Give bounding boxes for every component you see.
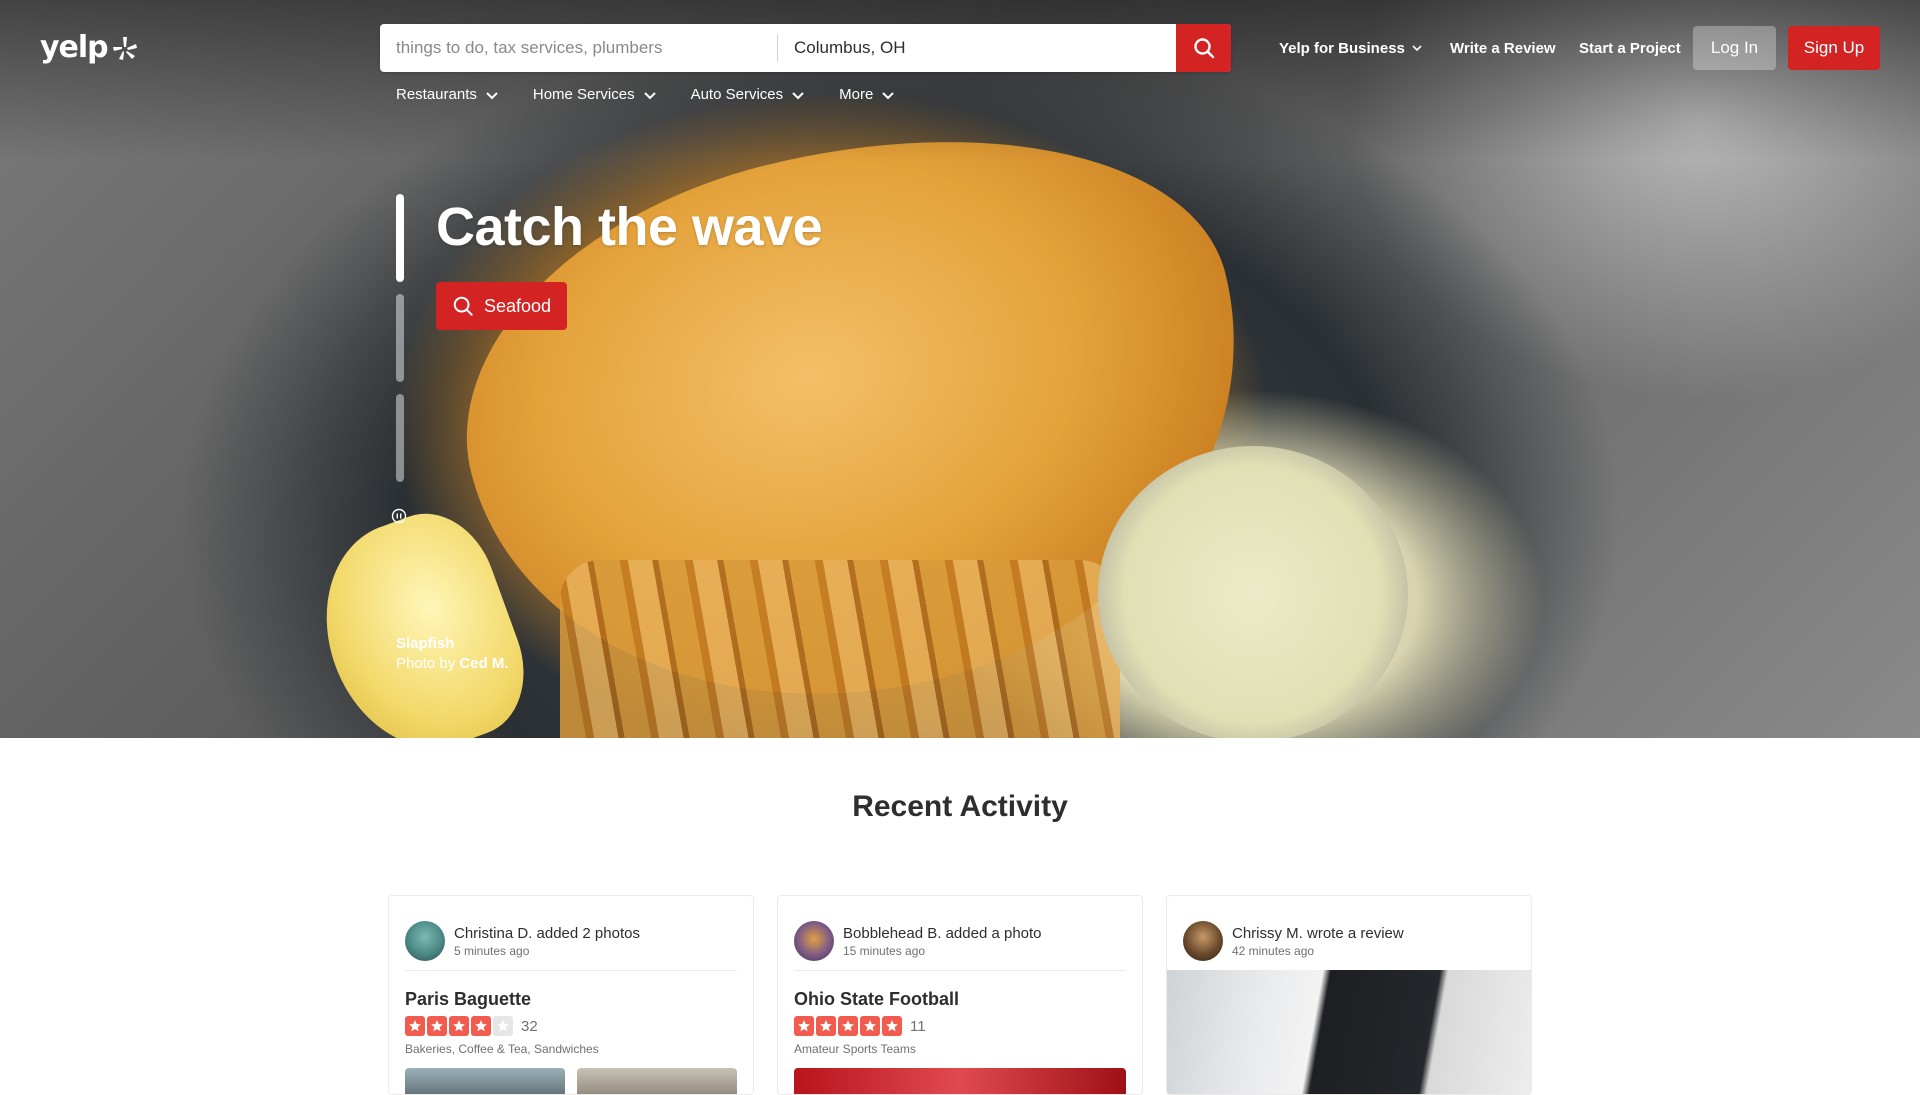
hero-banner (0, 0, 1920, 738)
rating-row: 32 (389, 1010, 753, 1036)
hero-slide-indicator-1[interactable] (396, 194, 404, 282)
photo-credit: Slapfish Photo by Ced M. (396, 634, 509, 674)
star-rating (794, 1016, 902, 1036)
start-project-link[interactable]: Start a Project (1579, 24, 1681, 72)
recent-activity-title: Recent Activity (852, 790, 1068, 823)
search-find-input[interactable]: things to do, tax services, plumbers (380, 24, 777, 72)
signup-button[interactable]: Sign Up (1788, 26, 1880, 70)
pause-icon[interactable] (391, 508, 407, 524)
star-icon (449, 1016, 469, 1036)
hero-cta-button[interactable]: Seafood (436, 282, 568, 330)
photo-by-line: Photo by Ced M. (396, 654, 509, 674)
avatar[interactable] (794, 921, 834, 961)
login-button[interactable]: Log In (1693, 26, 1776, 70)
rating-row: 11 (778, 1010, 1142, 1036)
business-categories: Amateur Sports Teams (794, 1042, 916, 1056)
yelp-logo[interactable]: yelp (40, 30, 138, 65)
search-location-input[interactable]: Columbus, OH (778, 24, 1176, 72)
category-auto-services[interactable]: Auto Services (691, 86, 806, 103)
category-more[interactable]: More (839, 86, 895, 103)
photo-by-user-link[interactable]: Ced M. (459, 655, 508, 672)
activity-user-action[interactable]: Chrissy M. wrote a review (1232, 925, 1404, 942)
chevron-down-icon (882, 91, 895, 99)
activity-time: 5 minutes ago (454, 943, 530, 958)
hero-photo-sauce (1098, 446, 1408, 738)
yelp-burst-icon (112, 36, 137, 60)
photo-by-prefix: Photo by (396, 655, 456, 672)
hero-headline: Catch the wave (436, 197, 823, 257)
write-review-link[interactable]: Write a Review (1450, 24, 1556, 72)
yelp-for-business-label: Yelp for Business (1279, 39, 1405, 57)
logo-text: yelp (40, 30, 109, 65)
review-photo[interactable] (1167, 970, 1531, 1094)
activity-time: 42 minutes ago (1232, 943, 1315, 958)
review-count: 11 (910, 1017, 926, 1035)
star-icon (816, 1016, 836, 1036)
search-icon (453, 296, 473, 316)
search-bar: things to do, tax services, plumbers Col… (380, 24, 1231, 72)
star-icon (882, 1016, 902, 1036)
activity-user-action[interactable]: Christina D. added 2 photos (454, 925, 640, 942)
category-label: Home Services (532, 86, 635, 103)
business-name-link[interactable]: Ohio State Football (778, 971, 1142, 1010)
activity-time: 15 minutes ago (843, 943, 926, 958)
activity-card[interactable]: Chrissy M. wrote a review 42 minutes ago (1166, 895, 1532, 1095)
chevron-down-icon (486, 91, 498, 99)
activity-user-action[interactable]: Bobblehead B. added a photo (843, 925, 1042, 942)
photo-thumbnails (389, 1056, 753, 1094)
star-icon (794, 1016, 814, 1036)
photo-business-link[interactable]: Slapfish (396, 634, 509, 654)
chevron-down-icon (1412, 45, 1422, 52)
write-review-label: Write a Review (1450, 39, 1556, 57)
avatar[interactable] (1183, 921, 1223, 961)
hero-slide-indicator-2[interactable] (396, 294, 404, 382)
category-home-services[interactable]: Home Services (533, 86, 657, 103)
hero-cta-label: Seafood (484, 295, 552, 316)
photo-thumbnail[interactable] (577, 1068, 737, 1094)
category-restaurants[interactable]: Restaurants (396, 86, 499, 103)
star-icon (838, 1016, 858, 1036)
star-icon (427, 1016, 447, 1036)
chevron-down-icon (792, 91, 804, 99)
star-icon (471, 1016, 491, 1036)
category-nav: Restaurants Home Services Auto Services … (396, 86, 895, 103)
star-icon (493, 1016, 513, 1036)
search-button[interactable] (1176, 24, 1231, 72)
hero-slide-indicator-3[interactable] (396, 394, 404, 482)
hero-photo-fries (560, 560, 1120, 738)
start-project-label: Start a Project (1579, 39, 1681, 57)
star-icon (405, 1016, 425, 1036)
business-name-link[interactable]: Paris Baguette (389, 971, 753, 1010)
activity-card[interactable]: Christina D. added 2 photos 5 minutes ag… (388, 895, 754, 1095)
review-count: 32 (521, 1017, 538, 1035)
category-label: Restaurants (396, 86, 477, 103)
photo-thumbnail[interactable] (794, 1068, 1126, 1094)
star-rating (405, 1016, 513, 1036)
chevron-down-icon (643, 91, 656, 99)
avatar[interactable] (405, 921, 445, 961)
activity-card[interactable]: Bobblehead B. added a photo 15 minutes a… (777, 895, 1143, 1095)
photo-thumbnails (778, 1056, 1142, 1094)
search-icon (1193, 38, 1214, 59)
photo-thumbnail[interactable] (405, 1068, 565, 1094)
category-label: More (839, 86, 874, 103)
business-categories: Bakeries, Coffee & Tea, Sandwiches (405, 1042, 599, 1056)
category-label: Auto Services (690, 86, 784, 103)
star-icon (860, 1016, 880, 1036)
yelp-for-business-menu[interactable]: Yelp for Business (1279, 24, 1423, 72)
